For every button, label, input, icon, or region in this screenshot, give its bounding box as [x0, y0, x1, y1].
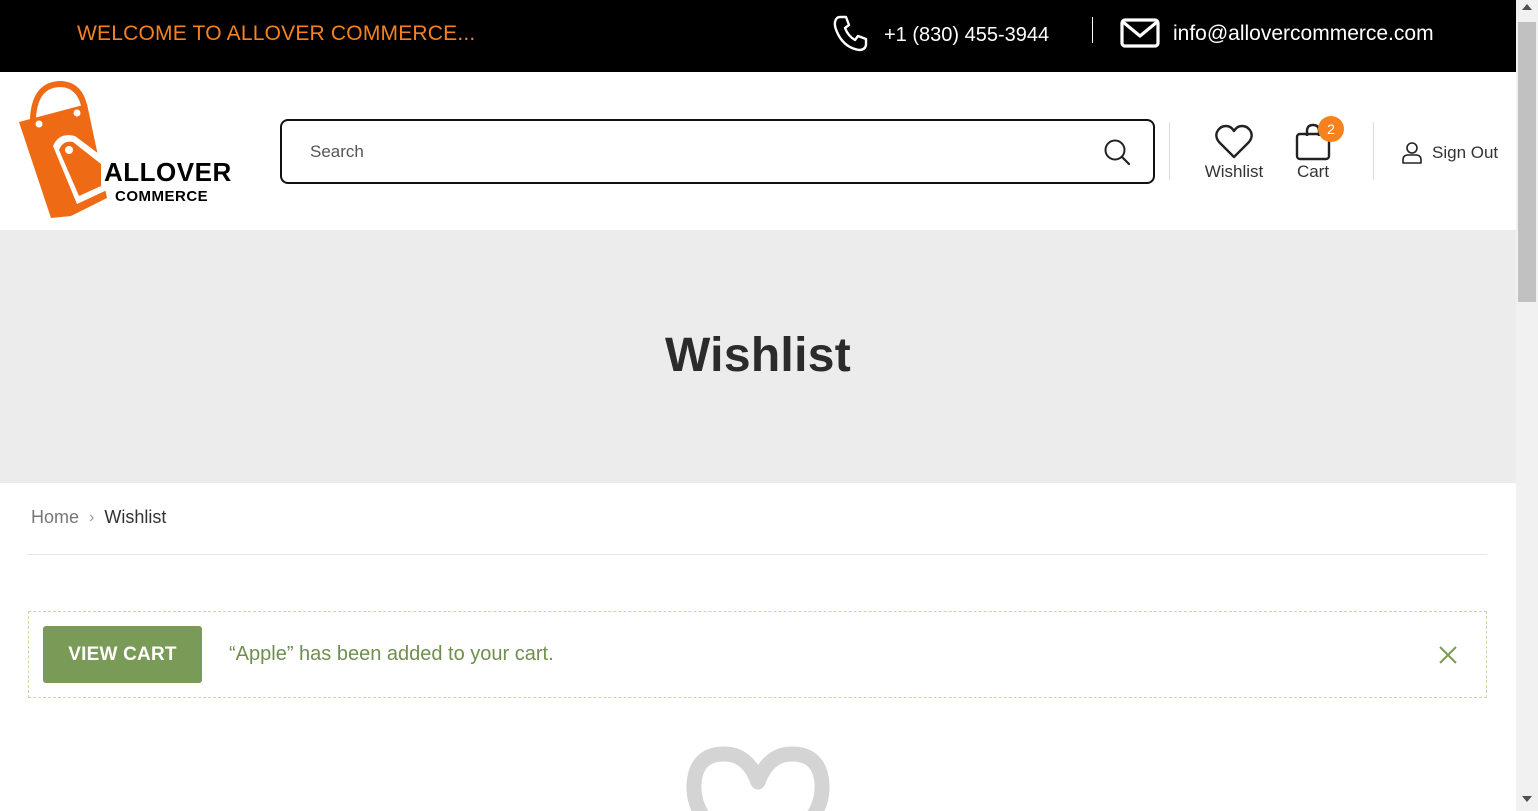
search-input[interactable]	[310, 135, 1090, 169]
scroll-thumb[interactable]	[1518, 22, 1536, 302]
user-icon	[1402, 142, 1422, 164]
site-header: ALLOVER COMMERCE Wishlist Cart 2 Sign Ou…	[0, 72, 1516, 230]
search-icon[interactable]	[1103, 138, 1131, 166]
header-divider	[1373, 122, 1374, 180]
top-bar: WELCOME TO ALLOVER COMMERCE... +1 (830) …	[0, 0, 1516, 72]
breadcrumb-home-link[interactable]: Home	[31, 507, 79, 528]
logo-text-primary: ALLOVER	[104, 157, 232, 187]
welcome-text: WELCOME TO ALLOVER COMMERCE...	[77, 22, 476, 45]
logo-text-secondary: COMMERCE	[115, 188, 209, 205]
sign-out-label: Sign Out	[1432, 143, 1499, 162]
email-link[interactable]: info@allovercommerce.com	[1173, 22, 1434, 46]
breadcrumb-divider	[28, 554, 1487, 555]
page-scrollbar[interactable]	[1516, 0, 1538, 811]
search-bar	[280, 119, 1155, 184]
sign-out-link[interactable]: Sign Out	[1400, 140, 1498, 166]
scroll-up-arrow-icon[interactable]	[1522, 4, 1532, 10]
wishlist-link[interactable]: Wishlist	[1198, 124, 1270, 184]
notice-message: “Apple” has been added to your cart.	[229, 643, 554, 665]
phone-link[interactable]: +1 (830) 455-3944	[884, 24, 1049, 47]
page-title-banner: Wishlist	[0, 230, 1516, 483]
cart-label: Cart	[1296, 162, 1330, 181]
empty-heart-icon	[686, 746, 830, 811]
scroll-down-arrow-icon[interactable]	[1522, 796, 1532, 802]
breadcrumb-current: Wishlist	[104, 507, 167, 527]
mail-icon	[1120, 18, 1160, 48]
site-logo[interactable]: ALLOVER COMMERCE	[15, 80, 231, 220]
chevron-right-icon: ›	[89, 508, 95, 526]
breadcrumb: Home › Wishlist	[31, 507, 166, 528]
cart-notice: VIEW CART “Apple” has been added to your…	[28, 611, 1487, 698]
cart-count-badge: 2	[1318, 116, 1344, 142]
wishlist-label: Wishlist	[1204, 162, 1264, 181]
page-title: Wishlist	[665, 329, 851, 382]
header-divider	[1169, 122, 1170, 180]
view-cart-button[interactable]: VIEW CART	[43, 626, 202, 683]
heart-icon	[1215, 124, 1253, 159]
close-icon[interactable]	[1437, 644, 1459, 666]
topbar-divider	[1092, 17, 1093, 43]
phone-icon	[833, 15, 868, 52]
